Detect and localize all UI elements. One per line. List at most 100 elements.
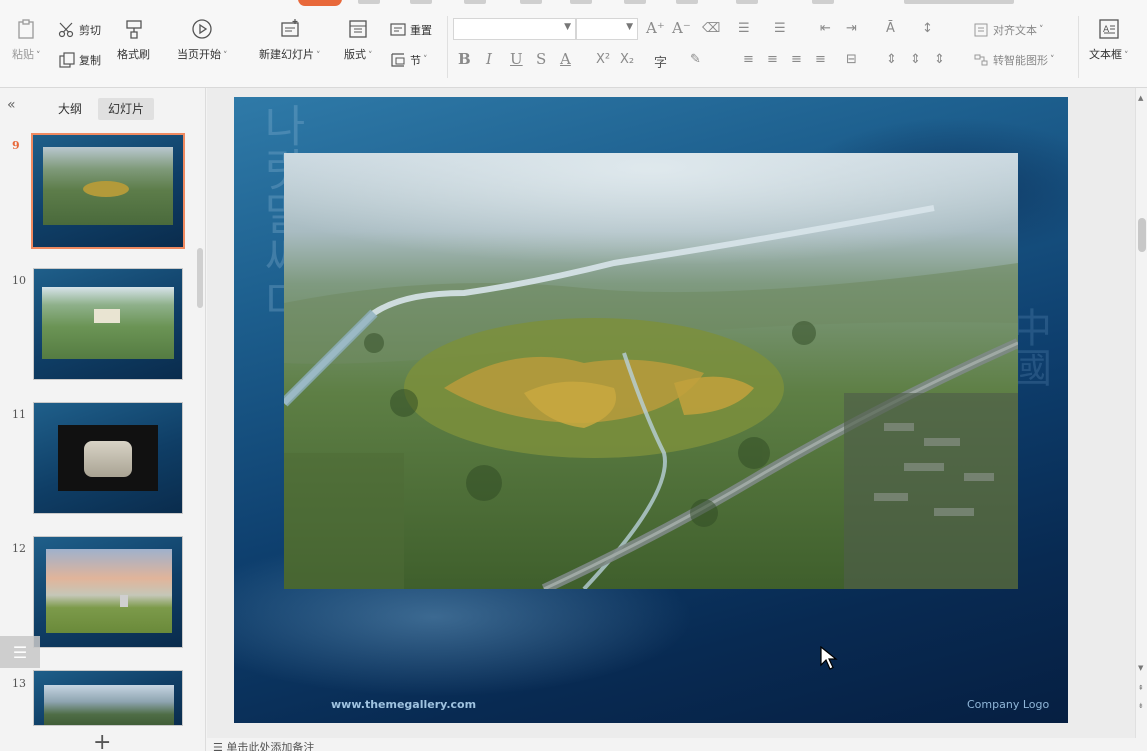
section-label: 节 [410, 54, 421, 67]
justify-icon[interactable]: ≡ [815, 52, 826, 67]
decrease-indent-icon[interactable]: ⇤ [820, 21, 831, 36]
active-menu-tab[interactable] [298, 0, 342, 6]
menu-tab[interactable] [464, 0, 486, 4]
thumbnail-image [58, 425, 158, 491]
notes-toggle-icon[interactable]: ☰ [0, 636, 40, 668]
menu-tab[interactable] [570, 0, 592, 4]
sort-icon[interactable]: ↕ [922, 21, 933, 36]
paste-button[interactable]: 粘贴 [12, 18, 41, 62]
thumbnail-image [42, 287, 174, 359]
tab-slides[interactable]: 幻灯片 [98, 98, 155, 120]
underline-icon[interactable]: U [510, 50, 523, 68]
section-button[interactable]: 节 [389, 51, 428, 69]
textbox-button[interactable]: A 文本框 [1089, 18, 1129, 62]
decrease-font-icon[interactable]: A⁻ [672, 19, 691, 37]
textbox-label: 文本框 [1089, 46, 1129, 62]
smartart-button[interactable]: 转智能图形 [972, 51, 1055, 69]
highlight-icon[interactable]: ✎ [690, 52, 701, 67]
notes-placeholder-text: 单击此处添加备注 [226, 741, 315, 751]
slide-number: 10 [12, 274, 26, 287]
cut-button[interactable]: 剪切 [58, 21, 101, 39]
previous-slide-icon[interactable]: ⇞ [1138, 684, 1144, 692]
bullets-icon[interactable]: ☰ [738, 21, 750, 36]
slide-thumbnail-12[interactable] [33, 536, 183, 648]
chevron-down-icon: ▼ [564, 22, 571, 32]
chevron-down-icon: ▼ [626, 22, 633, 32]
slide-number: 9 [12, 139, 20, 152]
copy-label: 复制 [79, 54, 101, 67]
scroll-down-icon[interactable]: ▼ [1138, 664, 1143, 672]
footer-company-logo: Company Logo [967, 698, 1050, 711]
main-scrollbar[interactable]: ▲ ▼ ⇞ ⇟ [1135, 88, 1147, 738]
distribute-icon[interactable]: ⊟ [846, 52, 857, 67]
paragraph-spacing-icon[interactable]: ⇕ [934, 52, 945, 67]
align-right-icon[interactable]: ≡ [791, 52, 802, 67]
divider [447, 16, 448, 78]
shadow-icon[interactable]: S [536, 50, 546, 68]
layout-button[interactable]: 版式 [344, 18, 373, 62]
new-slide-button[interactable]: 新建幻灯片 [259, 18, 321, 62]
menu-tab[interactable] [520, 0, 542, 4]
menu-tab[interactable] [812, 0, 834, 4]
notes-bar[interactable]: ☰ 单击此处添加备注 [207, 738, 1147, 751]
scroll-up-icon[interactable]: ▲ [1138, 94, 1143, 102]
divider [1078, 16, 1079, 78]
play-from-current-button[interactable]: 当页开始 [177, 18, 228, 62]
subscript-icon[interactable]: X₂ [620, 52, 634, 67]
superscript-icon[interactable]: X² [596, 52, 610, 67]
new-slide-label: 新建幻灯片 [259, 46, 321, 62]
increase-indent-icon[interactable]: ⇥ [846, 21, 857, 36]
text-direction-icon[interactable]: Ā [886, 21, 895, 36]
menu-tab[interactable] [676, 0, 698, 4]
play-from-current-label: 当页开始 [177, 46, 228, 62]
font-size-select[interactable]: ▼ [576, 18, 638, 40]
increase-font-icon[interactable]: A⁺ [646, 19, 665, 37]
reset-label: 重置 [410, 24, 432, 37]
ribbon-toolbar: 粘贴 剪切 复制 格式刷 当页开始 新建幻灯片 [0, 8, 1147, 88]
align-text-label: 对齐文本 [993, 24, 1037, 37]
line-spacing-icon[interactable]: ⇕ [886, 52, 897, 67]
reset-button[interactable]: 重置 [389, 21, 432, 39]
menu-bar [0, 0, 1147, 8]
slide-thumbnail-9[interactable] [31, 133, 185, 249]
smartart-icon [972, 51, 990, 69]
next-slide-icon[interactable]: ⇟ [1138, 702, 1144, 710]
slide-thumbnail-13[interactable] [33, 670, 183, 726]
phonetic-icon[interactable]: 字 [654, 52, 667, 71]
thumbnail-image [44, 685, 174, 725]
slide-thumbnail-10[interactable] [33, 268, 183, 380]
slide-thumbnail-11[interactable] [33, 402, 183, 514]
font-family-select[interactable]: ▼ [453, 18, 576, 40]
menu-tab[interactable] [736, 0, 758, 4]
slide-number: 13 [12, 677, 26, 690]
font-color-icon[interactable]: A [560, 50, 571, 68]
panel-scrollbar[interactable] [197, 248, 203, 308]
notes-placeholder[interactable]: ☰ 单击此处添加备注 [213, 739, 314, 751]
slide-panel: « 大纲 幻灯片 9 10 11 12 13 ☰ + [0, 88, 206, 751]
aerial-landscape-image[interactable] [284, 153, 1018, 589]
menu-tab[interactable] [410, 0, 432, 4]
copy-button[interactable]: 复制 [58, 51, 101, 69]
italic-icon[interactable]: I [486, 50, 492, 68]
column-icon[interactable]: ⇕ [910, 52, 921, 67]
align-center-icon[interactable]: ≡ [767, 52, 778, 67]
menu-search[interactable] [904, 0, 1014, 4]
bold-icon[interactable]: B [458, 50, 471, 68]
collapse-panel-icon[interactable]: « [7, 97, 16, 113]
section-icon [389, 51, 407, 69]
align-text-button[interactable]: 对齐文本 [972, 21, 1044, 39]
menu-tab[interactable] [358, 0, 380, 4]
footer-website: www.themegallery.com [331, 698, 477, 711]
align-left-icon[interactable]: ≡ [743, 52, 754, 67]
format-painter-button[interactable]: 格式刷 [117, 18, 150, 62]
clear-format-icon[interactable]: ⌫ [702, 21, 720, 36]
reset-icon [389, 21, 407, 39]
copy-icon [58, 51, 76, 69]
textbox-icon: A [1098, 18, 1120, 40]
tab-outline[interactable]: 大纲 [48, 98, 92, 120]
scrollbar-thumb[interactable] [1138, 218, 1146, 252]
menu-tab[interactable] [624, 0, 646, 4]
current-slide[interactable]: 나랏말싸미 中國 www.themegallery.com Company Lo… [234, 97, 1068, 723]
add-slide-icon[interactable]: + [93, 730, 111, 751]
numbering-icon[interactable]: ☰ [774, 21, 786, 36]
